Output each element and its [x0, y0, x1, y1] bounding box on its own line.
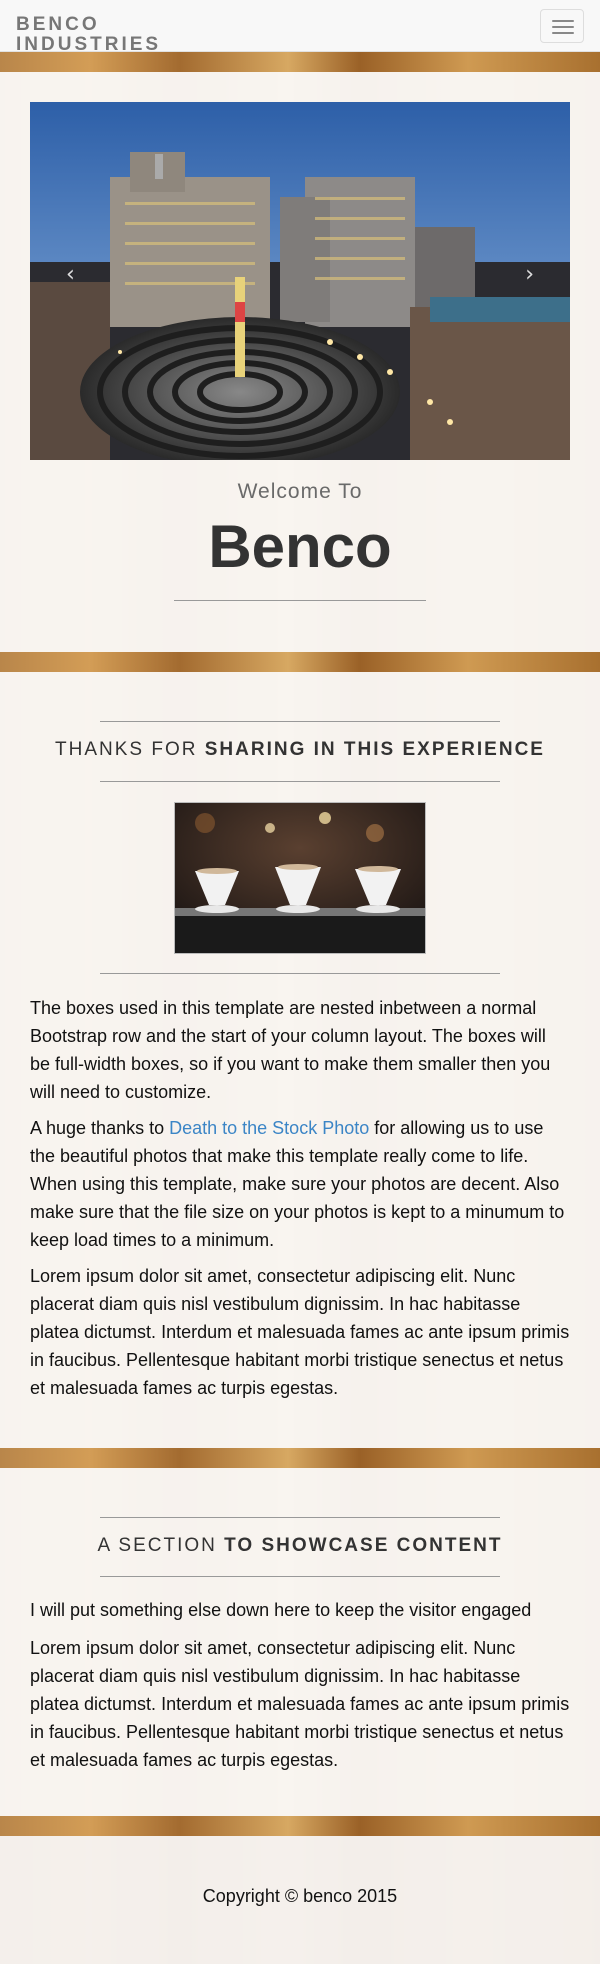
welcome-subtitle: Welcome To: [237, 480, 363, 503]
intro-heading: THANKS FOR SHARING IN THIS EXPERIENCE: [0, 739, 600, 761]
photo-divider: [100, 973, 500, 974]
showcase-paragraph-1: I will put something else down here to k…: [30, 1600, 532, 1620]
navbar: BENCO INDUSTRIES: [0, 0, 600, 55]
heading-divider-bottom: [100, 781, 500, 782]
showcase-heading-bold: TO SHOWCASE CONTENT: [224, 1535, 503, 1556]
hamburger-menu-icon: [552, 20, 574, 22]
brand-logo[interactable]: BENCO INDUSTRIES: [16, 15, 176, 55]
coffee-photo: [174, 802, 426, 954]
city-square-photo: [30, 102, 570, 460]
coffee-drippers-image: [175, 803, 425, 953]
heading-divider-top: [100, 721, 500, 722]
title-divider: [174, 600, 426, 601]
showcase-divider-top: [100, 1517, 500, 1518]
footer: Copyright © benco 2015: [0, 1836, 600, 1964]
site-title: Benco: [208, 513, 392, 580]
intro-heading-light: THANKS FOR: [55, 739, 198, 760]
carousel-prev-arrow-icon[interactable]: ‹: [66, 262, 75, 287]
intro-box: THANKS FOR SHARING IN THIS EXPERIENCE Th…: [0, 672, 600, 1448]
image-carousel[interactable]: ‹ ›: [30, 102, 570, 460]
showcase-box: A SECTION TO SHOWCASE CONTENT I will put…: [0, 1468, 600, 1816]
carousel-next-arrow-icon[interactable]: ›: [525, 262, 534, 287]
intro-paragraph-2: A huge thanks to Death to the Stock Phot…: [30, 1118, 565, 1250]
intro-paragraph-3: Lorem ipsum dolor sit amet, consectetur …: [30, 1266, 570, 1398]
intro-paragraph-1: The boxes used in this template are nest…: [30, 998, 551, 1102]
copyright-text: Copyright © benco 2015: [202, 1886, 398, 1906]
showcase-divider-bottom: [100, 1576, 500, 1577]
intro-heading-bold: SHARING IN THIS EXPERIENCE: [204, 739, 545, 760]
showcase-heading: A SECTION TO SHOWCASE CONTENT: [0, 1535, 600, 1557]
menu-toggle-button[interactable]: [540, 9, 584, 43]
hero-box: ‹ › Welcome To Benco: [0, 72, 600, 652]
stock-photo-link[interactable]: Death to the Stock Photo: [169, 1118, 369, 1138]
showcase-heading-light: A SECTION: [97, 1535, 217, 1556]
showcase-paragraph-2: Lorem ipsum dolor sit amet, consectetur …: [30, 1638, 570, 1770]
